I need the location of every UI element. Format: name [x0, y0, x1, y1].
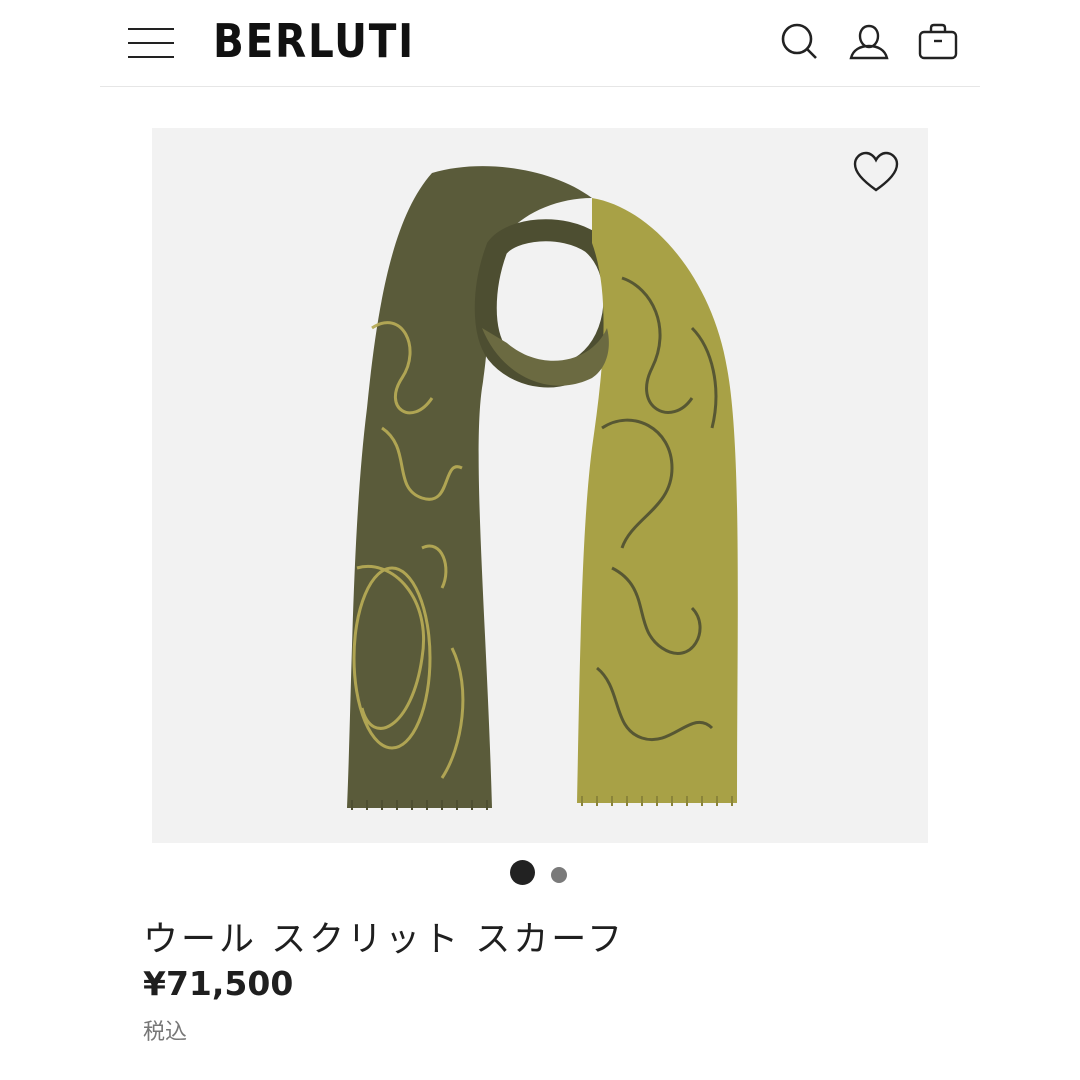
product-price: ¥71,500: [143, 964, 294, 1003]
user-icon[interactable]: [847, 20, 891, 64]
search-icon[interactable]: [778, 20, 822, 64]
scarf-image: [347, 166, 738, 810]
heart-icon[interactable]: [852, 150, 900, 194]
carousel-dot-2[interactable]: [551, 867, 567, 883]
tax-note: 税込: [143, 1020, 188, 1045]
shopping-bag-icon[interactable]: [916, 20, 960, 64]
hamburger-menu-icon[interactable]: [128, 26, 176, 60]
product-name: ウール スクリット スカーフ: [143, 920, 626, 960]
brand-logo[interactable]: BERLUTI: [213, 14, 415, 68]
site-header: BERLUTI: [100, 0, 980, 87]
carousel-pagination: [510, 860, 580, 886]
carousel-dot-1[interactable]: [510, 860, 535, 885]
product-image[interactable]: [152, 128, 928, 843]
